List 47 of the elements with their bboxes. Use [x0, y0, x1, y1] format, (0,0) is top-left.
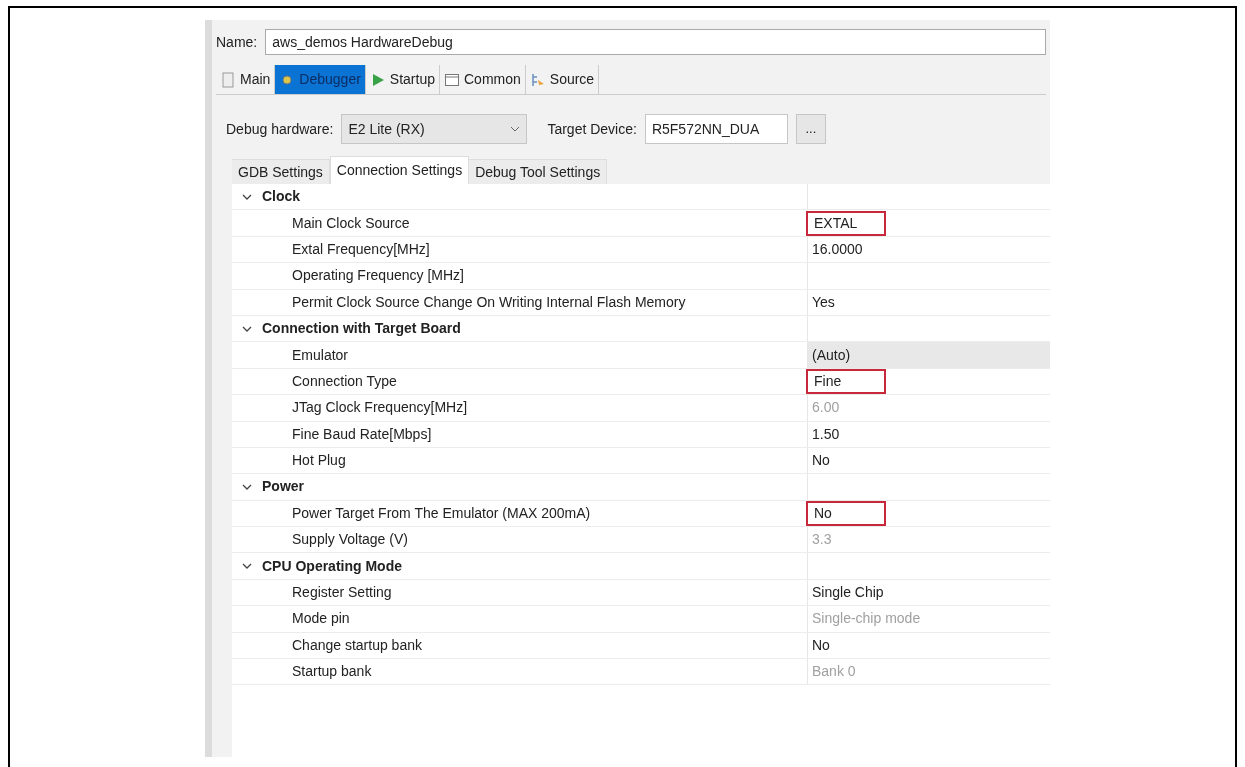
chevron-down-icon[interactable]	[242, 325, 252, 332]
browse-button[interactable]: ...	[795, 114, 826, 144]
name-field[interactable]: aws_demos HardwareDebug	[265, 29, 1046, 55]
property-value[interactable]: 16.0000	[812, 238, 863, 260]
property-label: Extal Frequency[MHz]	[291, 239, 430, 259]
property-value[interactable]: No	[812, 450, 830, 472]
property-value[interactable]: Yes	[812, 291, 835, 313]
property-label: Hot Plug	[291, 451, 346, 471]
page-icon	[220, 71, 236, 88]
property-label: Supply Voltage (V)	[291, 530, 408, 550]
property-label: Emulator	[291, 345, 349, 365]
property-value[interactable]: EXTAL	[814, 212, 858, 234]
settings-tab[interactable]: GDB Settings	[232, 159, 330, 184]
property-label: JTag Clock Frequency[MHz]	[291, 398, 468, 418]
property-value[interactable]: No	[812, 634, 830, 656]
property-label: Operating Frequency [MHz]	[291, 266, 464, 286]
property-value[interactable]: (Auto)	[812, 344, 851, 366]
property-value[interactable]: No	[814, 502, 832, 524]
property-label: Change startup bank	[291, 635, 422, 655]
chevron-down-icon[interactable]	[242, 484, 252, 490]
property-value[interactable]: Fine	[814, 370, 842, 392]
property-value[interactable]: 1.50	[812, 423, 840, 445]
property-label: Startup bank	[291, 662, 372, 682]
debug-hardware-label: Debug hardware:	[226, 119, 334, 139]
settings-tab[interactable]: Connection Settings	[329, 156, 470, 184]
group-label: Power	[262, 477, 304, 497]
target-device-label: Target Device:	[547, 119, 637, 139]
property-label: Connection Type	[291, 371, 397, 391]
group-label: CPU Operating Mode	[262, 556, 402, 576]
debug-hardware-dropdown[interactable]: E2 Lite (RX)	[341, 114, 528, 144]
settings-tab[interactable]: Debug Tool Settings	[469, 159, 608, 184]
name-label: Name:	[216, 32, 258, 52]
source-icon	[529, 71, 546, 88]
group-label: Clock	[262, 187, 301, 207]
property-label: Main Clock Source	[291, 213, 410, 233]
chevron-down-icon[interactable]	[242, 193, 252, 200]
window-icon	[444, 71, 460, 88]
chevron-down-icon	[510, 126, 521, 132]
property-value[interactable]: Single Chip	[812, 582, 884, 604]
property-label: Power Target From The Emulator (MAX 200mA)	[291, 503, 591, 523]
property-label: Permit Clock Source Change On Writing Internal Flash Memory	[291, 292, 686, 312]
property-label: Register Setting	[291, 583, 392, 603]
property-label: Mode pin	[291, 609, 350, 629]
group-label: Connection with Target Board	[262, 319, 461, 339]
property-label: Fine Baud Rate[Mbps]	[291, 424, 432, 444]
target-device-field[interactable]: R5F572NN_DUA	[644, 114, 788, 144]
chevron-down-icon[interactable]	[242, 563, 252, 570]
